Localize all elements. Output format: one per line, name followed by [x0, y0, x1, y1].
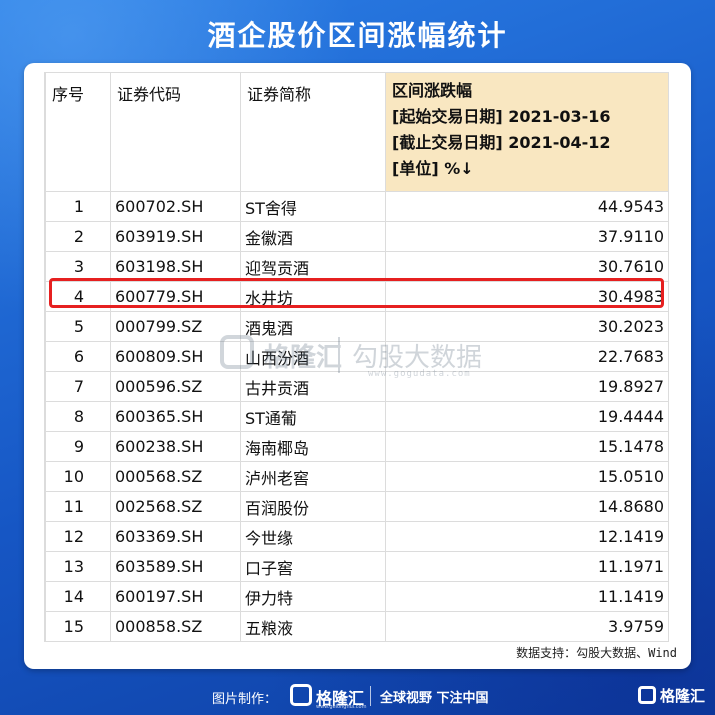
- row-index: 9: [45, 431, 111, 462]
- row-index: 10: [45, 461, 111, 492]
- header-range: 区间涨跌幅 [起始交易日期] 2021-03-16 [截止交易日期] 2021-…: [385, 72, 669, 192]
- table-row: 6 600809.SH 山西汾酒 22.7683: [45, 341, 669, 372]
- header-range-end: [截止交易日期] 2021-04-12: [392, 133, 611, 152]
- row-name: 伊力特: [240, 581, 386, 612]
- table-row: 8 600365.SH ST通葡 19.4444: [45, 401, 669, 432]
- header-code: 证券代码: [110, 72, 241, 192]
- row-name: 口子窖: [240, 551, 386, 582]
- row-code: 002568.SZ: [110, 491, 241, 522]
- data-table-wrapper: 序号 证券代码 证券简称 区间涨跌幅 [起始交易日期] 2021-03-16 […: [44, 72, 669, 642]
- corner-logo-icon: [638, 686, 656, 704]
- table-header-row: 序号 证券代码 证券简称 区间涨跌幅 [起始交易日期] 2021-03-16 […: [45, 72, 669, 192]
- table-row: 15 000858.SZ 五粮液 3.9759: [45, 611, 669, 642]
- row-value: 44.9543: [385, 191, 669, 222]
- row-code: 000799.SZ: [110, 311, 241, 342]
- footer-logo-icon: [290, 684, 312, 706]
- row-name: 水井坊: [240, 281, 386, 312]
- table-row: 5 000799.SZ 酒鬼酒 30.2023: [45, 311, 669, 342]
- row-name: ST通葡: [240, 401, 386, 432]
- row-value: 11.1419: [385, 581, 669, 612]
- table-body: 1 600702.SH ST舍得 44.9543 2 603919.SH 金徽酒 37.911…: [45, 191, 669, 642]
- row-code: 600702.SH: [110, 191, 241, 222]
- row-value: 19.4444: [385, 401, 669, 432]
- table-row: 11 002568.SZ 百润股份 14.8680: [45, 491, 669, 522]
- row-code: 600365.SH: [110, 401, 241, 432]
- table-row: 9 600238.SH 海南椰岛 15.1478: [45, 431, 669, 462]
- table-row: 10 000568.SZ 泸州老窖 15.0510: [45, 461, 669, 492]
- row-index: 2: [45, 221, 111, 252]
- row-code: 000596.SZ: [110, 371, 241, 402]
- footer-label: 图片制作：: [212, 692, 278, 707]
- row-index: 12: [45, 521, 111, 552]
- row-code: 603589.SH: [110, 551, 241, 582]
- row-index: 11: [45, 491, 111, 522]
- row-name: 迎驾贡酒: [240, 251, 386, 282]
- footer-separator: [370, 686, 371, 706]
- table-row: 14 600197.SH 伊力特 11.1419: [45, 581, 669, 612]
- row-index: 7: [45, 371, 111, 402]
- header-index: 序号: [45, 72, 111, 192]
- row-name: 古井贡酒: [240, 371, 386, 402]
- row-name: 泸州老窖: [240, 461, 386, 492]
- stock-table: 序号 证券代码 证券简称 区间涨跌幅 [起始交易日期] 2021-03-16 […: [45, 72, 669, 642]
- row-name: 五粮液: [240, 611, 386, 642]
- table-row: 13 603589.SH 口子窖 11.1971: [45, 551, 669, 582]
- corner-brand: 格隆汇: [660, 687, 706, 705]
- row-value: 15.0510: [385, 461, 669, 492]
- row-code: 000858.SZ: [110, 611, 241, 642]
- page-title: 酒企股价区间涨幅统计: [207, 19, 508, 52]
- row-code: 603198.SH: [110, 251, 241, 282]
- row-code: 600238.SH: [110, 431, 241, 462]
- row-value: 14.8680: [385, 491, 669, 522]
- header-range-title: 区间涨跌幅: [392, 81, 473, 100]
- row-value: 3.9759: [385, 611, 669, 642]
- header-range-unit: [单位] %↓: [392, 159, 474, 178]
- row-code: 600779.SH: [110, 281, 241, 312]
- row-value: 30.2023: [385, 311, 669, 342]
- row-index: 5: [45, 311, 111, 342]
- row-index: 14: [45, 581, 111, 612]
- table-row: 4 600779.SH 水井坊 30.4983: [45, 281, 669, 312]
- row-name: ST舍得: [240, 191, 386, 222]
- row-value: 30.4983: [385, 281, 669, 312]
- row-index: 15: [45, 611, 111, 642]
- row-code: 603369.SH: [110, 521, 241, 552]
- row-code: 600197.SH: [110, 581, 241, 612]
- row-name: 海南椰岛: [240, 431, 386, 462]
- row-index: 8: [45, 401, 111, 432]
- footer: 图片制作： 格隆汇 www.gelonghui.com 全球视野 下注中国 格隆…: [0, 680, 715, 715]
- data-source: 数据支持：勾股大数据、Wind: [516, 646, 677, 660]
- footer-brand-sub: www.gelonghui.com: [316, 704, 367, 710]
- row-name: 山西汾酒: [240, 341, 386, 372]
- table-row: 3 603198.SH 迎驾贡酒 30.7610: [45, 251, 669, 282]
- table-row: 2 603919.SH 金徽酒 37.9110: [45, 221, 669, 252]
- row-value: 15.1478: [385, 431, 669, 462]
- row-code: 603919.SH: [110, 221, 241, 252]
- row-value: 19.8927: [385, 371, 669, 402]
- row-value: 11.1971: [385, 551, 669, 582]
- row-index: 6: [45, 341, 111, 372]
- row-name: 金徽酒: [240, 221, 386, 252]
- table-row: 12 603369.SH 今世缘 12.1419: [45, 521, 669, 552]
- row-name: 百润股份: [240, 491, 386, 522]
- header-range-start: [起始交易日期] 2021-03-16: [392, 107, 611, 126]
- row-index: 1: [45, 191, 111, 222]
- header-name: 证券简称: [240, 72, 386, 192]
- row-value: 12.1419: [385, 521, 669, 552]
- row-name: 今世缘: [240, 521, 386, 552]
- row-value: 30.7610: [385, 251, 669, 282]
- table-card: 序号 证券代码 证券简称 区间涨跌幅 [起始交易日期] 2021-03-16 […: [24, 63, 691, 669]
- row-value: 37.9110: [385, 221, 669, 252]
- table-row: 7 000596.SZ 古井贡酒 19.8927: [45, 371, 669, 402]
- table-row: 1 600702.SH ST舍得 44.9543: [45, 191, 669, 222]
- row-code: 000568.SZ: [110, 461, 241, 492]
- row-index: 3: [45, 251, 111, 282]
- row-value: 22.7683: [385, 341, 669, 372]
- row-index: 4: [45, 281, 111, 312]
- row-code: 600809.SH: [110, 341, 241, 372]
- row-name: 酒鬼酒: [240, 311, 386, 342]
- footer-slogan: 全球视野 下注中国: [380, 691, 489, 706]
- row-index: 13: [45, 551, 111, 582]
